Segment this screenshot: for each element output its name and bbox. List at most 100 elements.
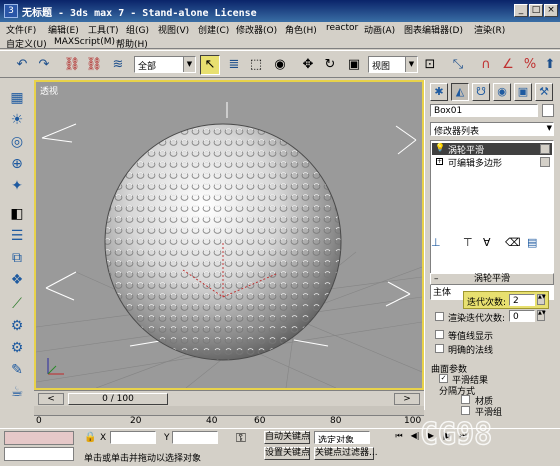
ref-coord-dropdown[interactable]: 视图 ▼ xyxy=(368,56,418,73)
smooth-result-checkbox[interactable]: ✓ xyxy=(439,374,448,383)
object-color-swatch[interactable] xyxy=(542,104,554,117)
pin-stack-icon[interactable]: ⊥ xyxy=(431,236,441,249)
mirror-icon[interactable]: ◧ xyxy=(7,204,27,224)
selected-dropdown[interactable]: 选定对象 xyxy=(314,431,370,444)
modify-tab-icon[interactable]: ◭ xyxy=(451,83,469,101)
perspective-viewport[interactable]: 透视 xyxy=(34,80,424,390)
explicit-normals-checkbox[interactable] xyxy=(435,344,444,353)
hierarchy-tab-icon[interactable]: ☋ xyxy=(472,83,490,101)
select-manipulate-icon[interactable]: ⤡ xyxy=(448,55,468,75)
percent-snap-icon[interactable]: % xyxy=(520,55,540,75)
pivot-center-icon[interactable]: ⊡ xyxy=(420,55,440,75)
menu-create[interactable]: 创建(C) xyxy=(198,23,229,36)
lock-selection-icon[interactable]: 🔒 xyxy=(84,432,96,443)
selection-filter-dropdown[interactable]: 全部 ▼ xyxy=(134,56,196,73)
array-icon[interactable]: ☰ xyxy=(7,226,27,246)
render-icon[interactable]: ✎ xyxy=(7,360,27,380)
stack-item-toggle[interactable] xyxy=(540,157,550,167)
maxscript-mini[interactable] xyxy=(4,447,74,461)
camera-icon[interactable]: ◎ xyxy=(7,132,27,152)
window-crossing-icon[interactable]: ◉ xyxy=(270,55,290,75)
menu-animation[interactable]: 动画(A) xyxy=(364,23,395,36)
quick-render-icon[interactable]: ☕ xyxy=(7,382,27,402)
menu-maxscript[interactable]: MAXScript(M) xyxy=(54,37,115,47)
menu-group[interactable]: 组(G) xyxy=(126,23,149,36)
select-link-icon[interactable]: ⛓ xyxy=(62,55,82,75)
menu-graph-editors[interactable]: 图表编辑器(D) xyxy=(404,23,463,36)
stack-icon[interactable]: ▦ xyxy=(7,88,27,108)
display-tab-icon[interactable]: ▣ xyxy=(514,83,532,101)
show-end-result-icon[interactable]: ⊤ xyxy=(463,236,473,249)
motion-tab-icon[interactable]: ◉ xyxy=(493,83,511,101)
x-coord-field[interactable] xyxy=(110,431,156,444)
menu-rendering[interactable]: 渲染(R) xyxy=(474,23,505,36)
viewport-label[interactable]: 透视 xyxy=(40,84,58,97)
key-filters-button[interactable]: 关键点过滤器... xyxy=(314,447,378,460)
menu-character[interactable]: 角色(H) xyxy=(285,23,317,36)
lights-icon[interactable]: ☀ xyxy=(7,110,27,130)
stack-item-toggle[interactable] xyxy=(540,144,550,154)
maximize-icon[interactable]: □ xyxy=(529,4,543,17)
go-to-start-icon[interactable]: ⏮ xyxy=(392,430,406,443)
menu-customize[interactable]: 自定义(U) xyxy=(6,37,47,50)
make-unique-icon[interactable]: ∀ xyxy=(483,236,491,249)
shapes-icon[interactable]: ⊕ xyxy=(7,154,27,174)
menu-views[interactable]: 视图(V) xyxy=(158,23,189,36)
prev-frame-icon[interactable]: < xyxy=(38,393,64,405)
spinner-snap-icon[interactable]: ⬆ xyxy=(540,55,560,75)
track-bar[interactable]: 0 20 40 60 80 100 xyxy=(34,406,424,428)
key-icon[interactable]: ⚿ xyxy=(236,431,246,446)
isoline-checkbox[interactable] xyxy=(435,330,444,339)
expand-icon[interactable]: + xyxy=(436,158,443,165)
unlink-icon[interactable]: ⛓ xyxy=(84,55,104,75)
menu-reactor[interactable]: reactor xyxy=(326,23,358,33)
object-name-field[interactable]: Box01 xyxy=(430,104,538,117)
lightbulb-icon[interactable]: 💡 xyxy=(435,143,445,152)
stack-item-turbosmooth[interactable]: 💡 涡轮平滑 xyxy=(432,143,552,156)
app-icon[interactable]: 3 xyxy=(4,4,18,18)
minimize-icon[interactable]: _ xyxy=(514,4,528,17)
render-iters-checkbox[interactable] xyxy=(435,312,444,321)
iterations-input[interactable]: 2 xyxy=(509,294,535,306)
angle-snap-icon[interactable]: ∠ xyxy=(498,55,518,75)
set-key-button[interactable]: 设置关键点 xyxy=(264,447,310,460)
schematic-icon[interactable]: ⚙ xyxy=(7,316,27,336)
next-frame-icon[interactable]: > xyxy=(394,393,420,405)
remove-modifier-icon[interactable]: ⌫ xyxy=(505,236,521,249)
menu-edit[interactable]: 编辑(E) xyxy=(48,23,79,36)
render-iters-spinner[interactable]: ▲▼ xyxy=(537,310,546,321)
configure-sets-icon[interactable]: ▤ xyxy=(527,236,537,249)
snap-toggle-icon[interactable]: ∩ xyxy=(476,55,496,75)
scale-icon[interactable]: ▣ xyxy=(344,55,364,75)
material-icon[interactable]: ❖ xyxy=(7,270,27,290)
frame-readout[interactable]: 0 / 100 xyxy=(68,393,168,405)
undo-icon[interactable]: ↶ xyxy=(12,55,32,75)
rotate-icon[interactable]: ↻ xyxy=(320,55,340,75)
y-coord-field[interactable] xyxy=(172,431,218,444)
stack-item-editable-poly[interactable]: + 可编辑多边形 xyxy=(432,156,552,169)
redo-icon[interactable]: ↷ xyxy=(34,55,54,75)
turbosmooth-rollout-header[interactable]: – 涡轮平滑 xyxy=(430,273,554,285)
rect-selection-icon[interactable]: ⬚ xyxy=(246,55,266,75)
utilities-tab-icon[interactable]: ⚒ xyxy=(535,83,553,101)
select-by-name-icon[interactable]: ≣ xyxy=(224,55,244,75)
create-tab-icon[interactable]: ✱ xyxy=(430,83,448,101)
menu-tools[interactable]: 工具(T) xyxy=(88,23,119,36)
menu-help[interactable]: 帮助(H) xyxy=(116,37,148,50)
select-object-icon[interactable]: ↖ xyxy=(200,55,220,75)
menu-modifiers[interactable]: 修改器(O) xyxy=(236,23,277,36)
modifier-list-dropdown[interactable]: 修改器列表 ▼ xyxy=(430,122,554,136)
align-icon[interactable]: ⧉ xyxy=(7,248,27,268)
time-slider[interactable]: < 0 / 100 > xyxy=(34,390,424,406)
curve-editor-icon[interactable]: ⟋ xyxy=(7,294,27,314)
bind-space-warp-icon[interactable]: ≋ xyxy=(108,55,128,75)
auto-key-button[interactable]: 自动关键点 xyxy=(264,431,310,444)
iterations-spinner[interactable]: ▲▼ xyxy=(537,294,546,305)
particles-icon[interactable]: ✦ xyxy=(7,176,27,196)
close-icon[interactable]: × xyxy=(544,4,558,17)
render-setup-icon[interactable]: ⚙ xyxy=(7,338,27,358)
menu-file[interactable]: 文件(F) xyxy=(6,23,36,36)
material-checkbox[interactable] xyxy=(461,395,470,404)
maxscript-listener[interactable] xyxy=(4,431,74,445)
render-iters-input[interactable]: 0 xyxy=(509,310,535,322)
